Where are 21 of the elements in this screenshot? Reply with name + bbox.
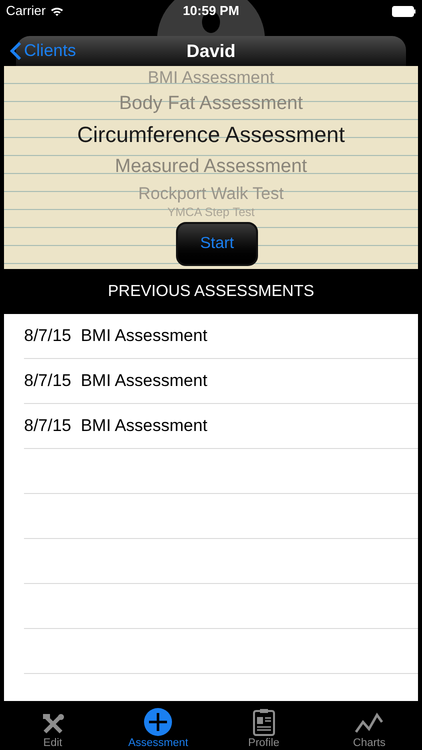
assessment-entry[interactable]: 8/7/15 BMI Assessment — [24, 413, 208, 439]
tab-bar-item[interactable]: Edit — [0, 712, 106, 749]
assessment-entry[interactable]: 8/7/15 BMI Assessment — [24, 368, 208, 394]
add-icon — [144, 708, 172, 736]
screen-title: David — [186, 40, 236, 62]
picker-option[interactable]: Circumference Assessment — [77, 119, 345, 151]
back-chevron-icon — [10, 41, 22, 61]
wifi-icon — [50, 6, 64, 16]
assessment-entry[interactable]: 8/7/15 BMI Assessment — [24, 323, 208, 349]
start-button[interactable]: Start — [176, 222, 258, 266]
carrier-label: Carrier — [6, 2, 46, 20]
status-time: 10:59 PM — [182, 2, 240, 20]
clipboard-icon — [252, 708, 276, 736]
section-title: PREVIOUS ASSESSMENTS — [108, 282, 314, 302]
tab-bar-item[interactable]: Charts — [316, 712, 422, 749]
tab-bar-item[interactable]: Profile — [211, 708, 316, 749]
battery-icon — [392, 6, 416, 16]
tab-bar-item[interactable]: Assessment — [106, 708, 211, 749]
tools-icon — [40, 712, 65, 736]
back-button[interactable]: Clients — [10, 38, 76, 64]
picker-option[interactable]: Measured Assessment — [114, 151, 308, 182]
